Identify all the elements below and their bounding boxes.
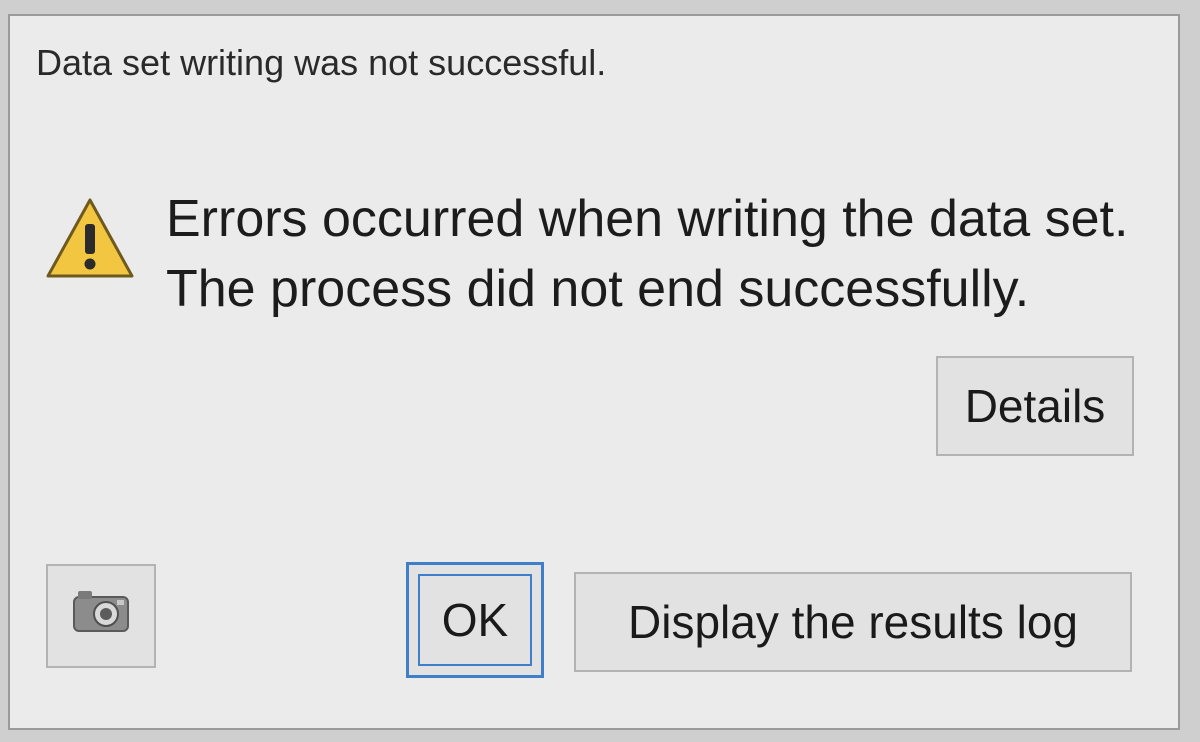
camera-icon xyxy=(70,585,132,648)
snapshot-button[interactable] xyxy=(46,564,156,668)
error-dialog: Data set writing was not successful. Err… xyxy=(8,14,1180,730)
ok-button[interactable]: OK xyxy=(406,562,544,678)
ok-button-label: OK xyxy=(418,574,532,666)
warning-icon xyxy=(44,194,136,284)
dialog-title: Data set writing was not successful. xyxy=(36,42,607,83)
error-message-line-1: Errors occurred when writing the data se… xyxy=(166,190,1129,248)
error-message: Errors occurred when writing the data se… xyxy=(166,184,1128,324)
display-results-log-button[interactable]: Display the results log xyxy=(574,572,1132,672)
error-message-line-2: The process did not end successfully. xyxy=(166,260,1030,318)
details-button[interactable]: Details xyxy=(936,356,1134,456)
